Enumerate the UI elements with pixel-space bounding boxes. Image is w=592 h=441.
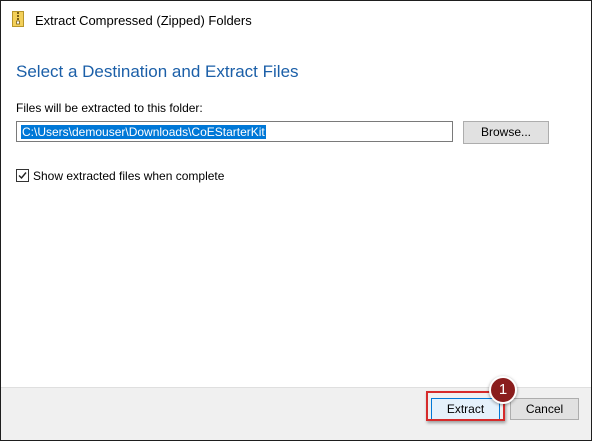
cancel-button[interactable]: Cancel bbox=[510, 398, 579, 420]
zip-folder-icon bbox=[12, 11, 24, 27]
show-files-checkbox[interactable] bbox=[16, 169, 29, 182]
extract-dialog: Extract Compressed (Zipped) Folders Sele… bbox=[0, 0, 592, 441]
destination-label: Files will be extracted to this folder: bbox=[16, 101, 203, 115]
page-heading: Select a Destination and Extract Files bbox=[16, 62, 299, 81]
browse-button[interactable]: Browse... bbox=[463, 121, 549, 144]
show-files-label[interactable]: Show extracted files when complete bbox=[33, 169, 224, 183]
destination-path-text: C:\Users\demouser\Downloads\CoEStarterKi… bbox=[21, 125, 266, 139]
destination-path-input[interactable]: C:\Users\demouser\Downloads\CoEStarterKi… bbox=[16, 121, 453, 142]
checkmark-icon bbox=[18, 172, 27, 180]
title-bar: Extract Compressed (Zipped) Folders bbox=[1, 1, 591, 41]
window-title: Extract Compressed (Zipped) Folders bbox=[35, 13, 252, 28]
step-number-badge: 1 bbox=[489, 376, 517, 404]
